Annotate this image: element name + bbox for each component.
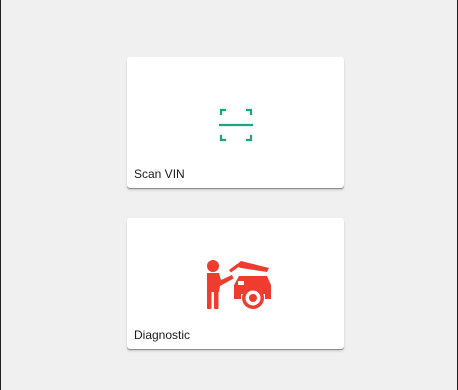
scan-vin-label: Scan VIN — [134, 167, 185, 181]
main-panel: Scan VIN Diagnostic — [0, 0, 458, 390]
scan-vin-card[interactable]: Scan VIN — [127, 57, 344, 188]
scan-frame-icon — [217, 108, 255, 147]
diagnostic-card[interactable]: Diagnostic — [127, 218, 344, 349]
mechanic-car-icon — [201, 258, 273, 319]
diagnostic-label: Diagnostic — [134, 328, 191, 342]
